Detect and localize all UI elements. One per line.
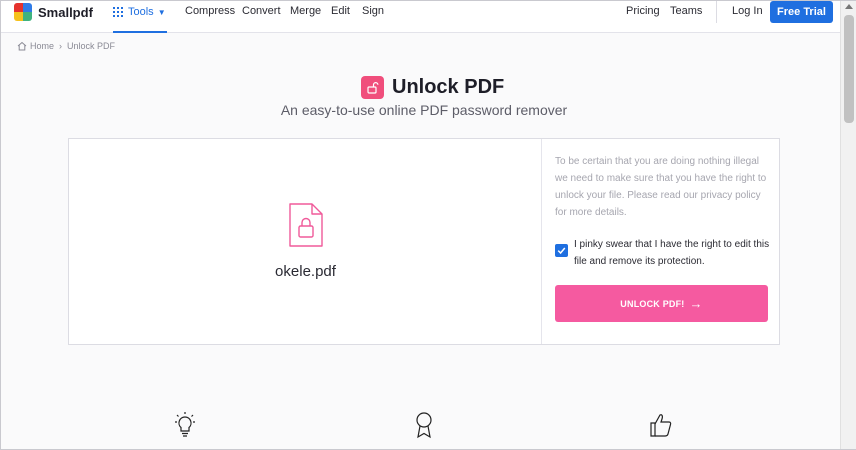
consent-checkbox[interactable] [555, 244, 568, 257]
thumbs-up-icon [650, 414, 672, 437]
nav-edit[interactable]: Edit [331, 5, 350, 17]
free-trial-button[interactable]: Free Trial [770, 1, 833, 23]
unlock-card: okele.pdf To be certain that you are doi… [68, 138, 780, 345]
award-icon [416, 412, 432, 439]
unlock-button-label: UNLOCK PDF! [620, 298, 685, 309]
legal-notice: To be certain that you are doing nothing… [555, 156, 767, 218]
login-link[interactable]: Log In [732, 5, 763, 17]
smallpdf-logo[interactable]: Smallpdf [14, 3, 93, 21]
consent-row[interactable]: I pinky swear that I have the right to e… [555, 236, 770, 270]
caret-down-icon: ▼ [157, 7, 166, 17]
page-subtitle: An easy-to-use online PDF password remov… [280, 102, 568, 118]
file-lock-icon [289, 203, 323, 247]
nav-divider [716, 1, 717, 23]
breadcrumb: Home › Unlock PDF [17, 41, 115, 51]
home-icon [17, 41, 27, 51]
brand-name: Smallpdf [38, 4, 93, 20]
nav-pricing[interactable]: Pricing [626, 5, 660, 17]
nav-teams[interactable]: Teams [670, 5, 702, 17]
file-preview-panel: okele.pdf [69, 139, 542, 344]
unlock-icon [361, 76, 384, 99]
top-nav-bar: Smallpdf Tools ▼ Compress Convert Merge … [1, 1, 840, 33]
checkmark-icon [557, 247, 566, 255]
nav-sign[interactable]: Sign [362, 5, 384, 17]
nav-convert[interactable]: Convert [242, 5, 281, 17]
breadcrumb-home[interactable]: Home [30, 41, 54, 51]
arrow-right-icon: → [689, 296, 703, 311]
grid-icon [113, 7, 123, 17]
file-name: okele.pdf [275, 263, 336, 280]
page-scrollbar[interactable] [840, 1, 856, 449]
breadcrumb-current: Unlock PDF [67, 41, 116, 51]
smallpdf-logo-icon [14, 3, 32, 21]
page-header: Unlock PDF [361, 76, 504, 99]
nav-compress[interactable]: Compress [185, 5, 235, 17]
consent-label[interactable]: I pinky swear that I have the right to e… [574, 236, 770, 270]
tools-label: Tools [128, 6, 154, 18]
scroll-up-arrow-icon[interactable] [845, 4, 853, 9]
tools-menu-button[interactable]: Tools ▼ [113, 1, 167, 33]
lightbulb-icon [175, 412, 195, 437]
breadcrumb-separator: › [59, 41, 63, 51]
unlock-pdf-button[interactable]: UNLOCK PDF! → [555, 285, 768, 322]
page-title: Unlock PDF [392, 76, 505, 98]
nav-merge[interactable]: Merge [290, 5, 321, 17]
